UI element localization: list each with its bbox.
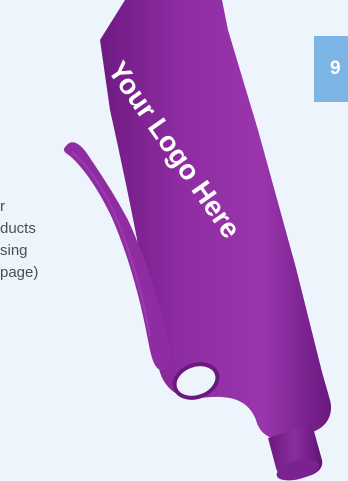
pen-icon: Your Logo Here xyxy=(63,0,332,481)
product-image-panel: r ducts sing page) 9 Your Logo Here xyxy=(0,0,348,481)
